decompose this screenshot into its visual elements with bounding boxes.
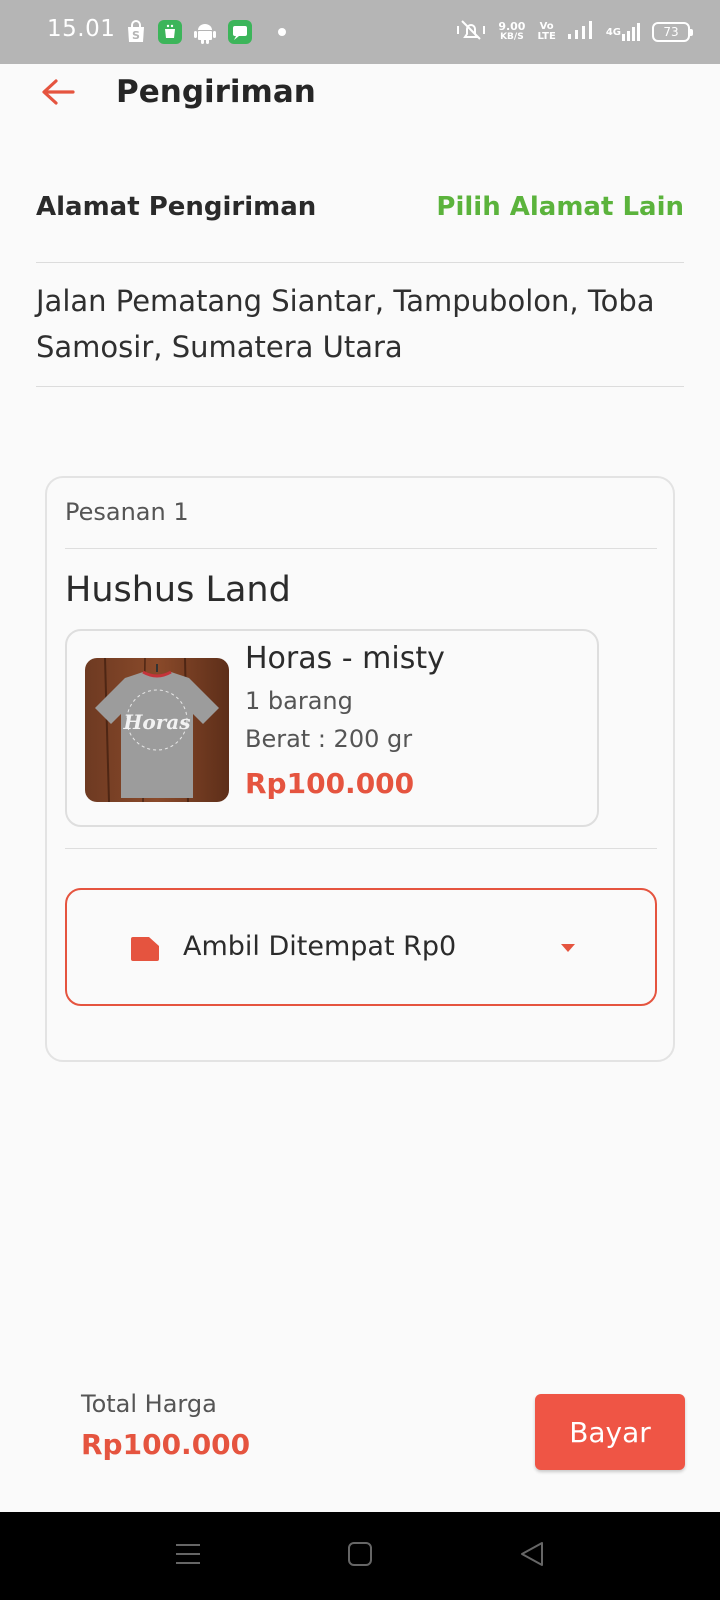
android-icon — [193, 20, 217, 44]
total-value: Rp100.000 — [81, 1428, 251, 1461]
shipping-method-select[interactable]: Ambil Ditempat Rp0 — [65, 888, 657, 1006]
product-name: Horas - misty — [245, 641, 445, 676]
signal-4g-icon: 4G — [606, 22, 640, 42]
messages-icon — [228, 20, 252, 44]
caret-down-icon — [561, 944, 575, 952]
more-notifications-dot-icon — [270, 20, 294, 44]
battery-indicator: 73 — [652, 22, 693, 42]
label-tag-icon — [131, 937, 159, 961]
shipping-address-text: Jalan Pematang Siantar, Tampubolon, Toba… — [36, 284, 655, 364]
app-store-icon — [158, 20, 182, 44]
triangle-back-icon — [519, 1541, 545, 1571]
product-item[interactable]: Horas Horas - misty 1 barang Berat : 200… — [65, 629, 599, 827]
menu-lines-icon — [175, 1542, 201, 1570]
app-bar: Pengiriman — [0, 64, 720, 126]
product-image: Horas — [85, 658, 229, 802]
back-button[interactable] — [36, 74, 80, 114]
choose-other-address-link[interactable]: Pilih Alamat Lain — [436, 192, 684, 222]
svg-text:S: S — [132, 29, 140, 42]
signal-strength-icon — [567, 20, 594, 44]
volte-indicator: Vo LTE — [537, 21, 556, 42]
order-card: Pesanan 1 Hushus Land Horas Horas - mist… — [45, 476, 675, 1062]
divider — [65, 848, 657, 849]
product-price: Rp100.000 — [245, 767, 415, 800]
home-button[interactable] — [342, 1540, 378, 1572]
recent-apps-button[interactable] — [170, 1540, 206, 1572]
order-label: Pesanan 1 — [65, 498, 189, 526]
total-label: Total Harga — [81, 1390, 217, 1418]
pay-button[interactable]: Bayar — [535, 1394, 685, 1470]
divider — [36, 262, 684, 263]
system-navigation-bar — [0, 1512, 720, 1600]
divider — [36, 386, 684, 387]
divider — [65, 548, 657, 549]
square-icon — [347, 1541, 373, 1571]
status-time: 15.01 — [47, 16, 116, 42]
address-header: Alamat Pengiriman Pilih Alamat Lain — [36, 188, 684, 232]
shop-name: Hushus Land — [65, 570, 291, 610]
shipping-method-label: Ambil Ditempat Rp0 — [183, 931, 457, 962]
network-speed: 9.00 KB/S — [498, 20, 526, 42]
product-quantity: 1 barang — [245, 687, 353, 715]
mute-vibrate-icon — [456, 18, 486, 46]
page-title: Pengiriman — [116, 74, 316, 110]
arrow-left-icon — [41, 78, 75, 110]
status-bar: 15.01 S 9.00 KB/S Vo LTE 4G 73 — [0, 0, 720, 64]
address-section-title: Alamat Pengiriman — [36, 192, 317, 222]
product-weight: Berat : 200 gr — [245, 725, 413, 753]
back-nav-button[interactable] — [514, 1540, 550, 1572]
shopping-bag-icon: S — [124, 20, 148, 44]
product-image-lettering: Horas — [123, 710, 191, 734]
